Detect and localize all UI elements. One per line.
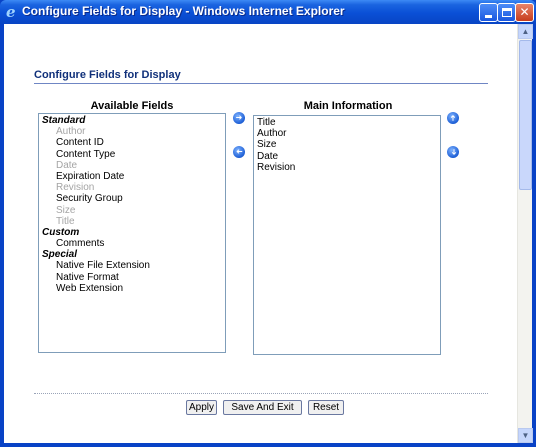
available-field-option[interactable]: Expiration Date [42, 171, 225, 182]
available-field-option: Author [56, 126, 86, 138]
available-field-option: Title [56, 215, 75, 227]
bottom-divider [34, 393, 488, 394]
main-field-option[interactable]: Title [257, 117, 440, 128]
available-field-option: Revision [56, 182, 95, 194]
move-right-button[interactable]: ➜ [233, 112, 245, 124]
apply-button[interactable]: Apply [186, 400, 217, 415]
available-field-option[interactable]: Native File Extension [42, 260, 225, 271]
available-field-option[interactable]: Content ID [42, 137, 225, 148]
arrow-left-icon: ➜ [235, 147, 243, 156]
main-information-list[interactable]: Title Author Size Date Revision [253, 115, 441, 355]
close-icon: ✕ [519, 5, 530, 19]
main-field-option[interactable]: Size [257, 139, 440, 150]
arrow-right-icon: ➜ [235, 113, 243, 122]
available-fields-list[interactable]: Standard Author Content ID Content Type Date… [38, 113, 226, 353]
window-title: Configure Fields for Display - Windows I… [22, 4, 345, 18]
title-bar[interactable]: e Configure Fields for Display - Windows… [0, 0, 536, 24]
minimize-button[interactable] [479, 3, 498, 22]
field-group-label: Custom [42, 226, 80, 238]
move-up-button[interactable]: ➜ [447, 112, 459, 124]
move-left-button[interactable]: ➜ [233, 146, 245, 158]
main-field-option[interactable]: Date [257, 151, 440, 162]
main-information-header: Main Information [303, 100, 393, 112]
minimize-icon [485, 15, 492, 18]
maximize-button[interactable] [497, 3, 516, 22]
title-divider [34, 83, 488, 84]
available-fields-header: Available Fields [90, 100, 174, 112]
chevron-up-icon: ▲ [521, 27, 530, 36]
chevron-down-icon: ▼ [521, 431, 530, 440]
available-field-option[interactable]: Comments [42, 238, 225, 249]
page-title: Configure Fields for Display [34, 69, 181, 81]
available-field-option: Date [56, 159, 78, 171]
arrow-up-icon: ➜ [447, 114, 457, 122]
scroll-up-button[interactable]: ▲ [518, 24, 533, 39]
arrow-down-icon: ➜ [448, 148, 458, 156]
close-button[interactable]: ✕ [515, 3, 534, 22]
available-field-option: Size [56, 204, 76, 216]
main-field-option[interactable]: Author [257, 128, 440, 139]
field-group-label: Standard [42, 115, 86, 126]
available-field-option[interactable]: Native Format [42, 272, 225, 283]
maximize-icon [502, 8, 512, 17]
vertical-scrollbar[interactable]: ▲ ▼ [517, 24, 533, 443]
ie-e-icon: e [6, 3, 16, 21]
available-field-option[interactable]: Content Type [42, 149, 225, 160]
save-and-exit-button[interactable]: Save And Exit [223, 400, 302, 415]
available-field-option[interactable]: Security Group [42, 193, 225, 204]
move-down-button[interactable]: ➜ [447, 146, 459, 158]
field-group-label: Special [42, 249, 78, 261]
main-field-option[interactable]: Revision [257, 162, 440, 173]
available-field-option[interactable]: Web Extension [42, 283, 225, 294]
page-content: Configure Fields for Display Available F… [4, 24, 533, 443]
reset-button[interactable]: Reset [308, 400, 344, 415]
scroll-thumb[interactable] [519, 40, 532, 190]
browser-window: e Configure Fields for Display - Windows… [0, 0, 536, 447]
scroll-down-button[interactable]: ▼ [518, 428, 533, 443]
